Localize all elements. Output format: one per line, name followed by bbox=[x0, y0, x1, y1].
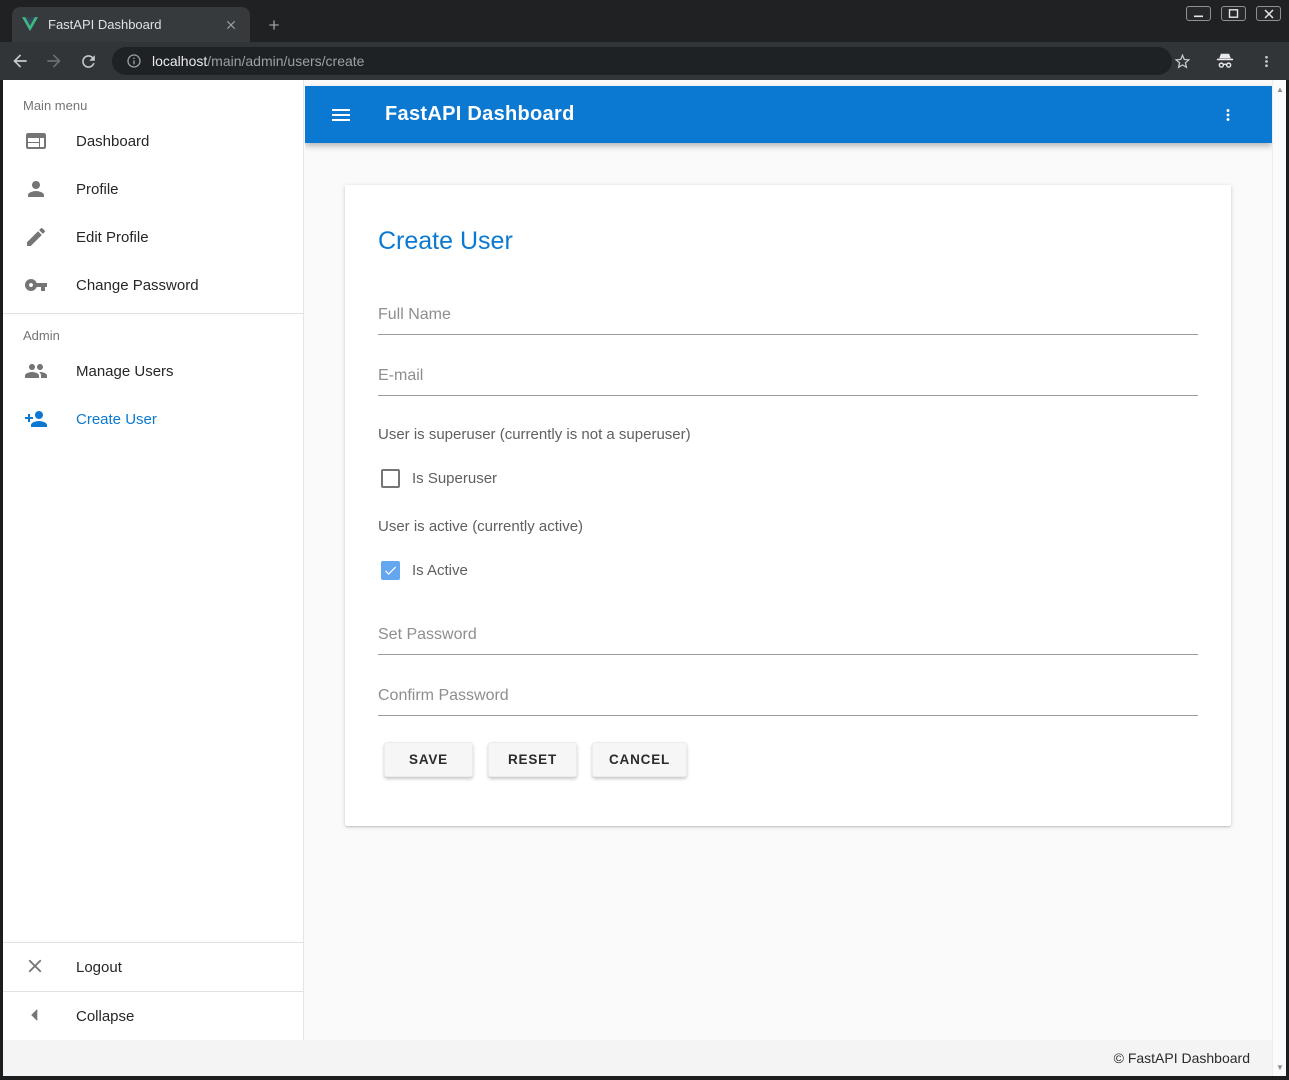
sidebar-section-admin: Admin bbox=[3, 318, 303, 347]
sidebar: Main menu Dashboard Profile Edit Profile bbox=[3, 80, 304, 1040]
sidebar-bottom: Logout Collapse bbox=[3, 942, 303, 1040]
page-title: Create User bbox=[378, 227, 1198, 256]
superuser-checkbox[interactable] bbox=[381, 469, 400, 488]
minimize-button[interactable] bbox=[1186, 6, 1211, 21]
sidebar-item-edit-profile[interactable]: Edit Profile bbox=[3, 213, 303, 261]
key-icon bbox=[24, 273, 48, 297]
scrollbar-up-icon[interactable]: ▲ bbox=[1273, 82, 1287, 96]
form-buttons: SAVE RESET CANCEL bbox=[384, 742, 1198, 777]
pencil-icon bbox=[24, 225, 48, 249]
people-icon bbox=[24, 359, 48, 383]
sidebar-divider bbox=[3, 313, 303, 314]
tab-title: FastAPI Dashboard bbox=[48, 17, 222, 32]
page-viewport: Main menu Dashboard Profile Edit Profile bbox=[3, 80, 1286, 1076]
bookmark-star-icon[interactable] bbox=[1173, 52, 1192, 71]
footer-copyright: © FastAPI Dashboard bbox=[1114, 1050, 1250, 1066]
person-add-icon bbox=[24, 407, 48, 431]
person-icon bbox=[24, 177, 48, 201]
appbar-kebab-icon[interactable] bbox=[1210, 97, 1246, 133]
tab-close-icon[interactable] bbox=[222, 16, 240, 34]
set-password-input[interactable] bbox=[378, 620, 1198, 655]
sidebar-item-logout[interactable]: Logout bbox=[3, 943, 303, 991]
url-bar[interactable]: localhost/main/admin/users/create bbox=[112, 47, 1172, 75]
email-input[interactable] bbox=[378, 361, 1198, 396]
forward-icon[interactable] bbox=[40, 47, 68, 75]
close-window-button[interactable] bbox=[1256, 6, 1281, 21]
window-controls bbox=[1186, 6, 1281, 21]
new-tab-button[interactable] bbox=[262, 13, 286, 37]
url-text: localhost/main/admin/users/create bbox=[152, 53, 364, 69]
app-bar: FastAPI Dashboard bbox=[305, 86, 1272, 143]
sidebar-item-change-password[interactable]: Change Password bbox=[3, 261, 303, 309]
app-title: FastAPI Dashboard bbox=[385, 103, 575, 126]
sidebar-item-create-user[interactable]: Create User bbox=[3, 395, 303, 443]
create-user-card: Create User User is superuser (currently… bbox=[345, 185, 1231, 826]
page-scrollbar[interactable]: ▲ ▼ bbox=[1272, 80, 1286, 1076]
sidebar-item-dashboard[interactable]: Dashboard bbox=[3, 117, 303, 165]
full-name-input[interactable] bbox=[378, 300, 1198, 335]
active-checkbox-row[interactable]: Is Active bbox=[381, 561, 1198, 580]
scrollbar-down-icon[interactable]: ▼ bbox=[1273, 1060, 1287, 1074]
page-footer: © FastAPI Dashboard bbox=[3, 1040, 1272, 1076]
reset-button[interactable]: RESET bbox=[488, 742, 577, 777]
chevron-left-icon bbox=[24, 1004, 48, 1028]
active-checkbox[interactable] bbox=[381, 561, 400, 580]
close-icon bbox=[24, 955, 48, 979]
tab-strip: FastAPI Dashboard bbox=[0, 0, 1289, 42]
active-hint: User is active (currently active) bbox=[378, 518, 1198, 535]
active-checkbox-label: Is Active bbox=[412, 562, 468, 579]
confirm-password-input[interactable] bbox=[378, 681, 1198, 716]
save-button[interactable]: SAVE bbox=[384, 742, 473, 777]
set-password-field-wrap bbox=[378, 620, 1198, 655]
sidebar-item-profile[interactable]: Profile bbox=[3, 165, 303, 213]
browser-window: FastAPI Dashboard bbox=[0, 0, 1289, 1080]
vue-logo-icon bbox=[22, 17, 38, 32]
superuser-hint: User is superuser (currently is not a su… bbox=[378, 426, 1198, 443]
superuser-checkbox-label: Is Superuser bbox=[412, 470, 497, 487]
page-info-icon[interactable] bbox=[126, 53, 142, 69]
toolbar-right-icons bbox=[1173, 47, 1275, 75]
full-name-field-wrap bbox=[378, 300, 1198, 335]
incognito-icon bbox=[1214, 51, 1236, 71]
dashboard-icon bbox=[24, 129, 48, 153]
reload-icon[interactable] bbox=[74, 47, 102, 75]
browser-tab[interactable]: FastAPI Dashboard bbox=[12, 7, 250, 42]
superuser-checkbox-row[interactable]: Is Superuser bbox=[381, 469, 1198, 488]
confirm-password-field-wrap bbox=[378, 681, 1198, 716]
browser-menu-kebab-icon[interactable] bbox=[1258, 53, 1275, 70]
hamburger-menu-icon[interactable] bbox=[323, 97, 359, 133]
sidebar-section-main-menu: Main menu bbox=[3, 80, 303, 117]
email-field-wrap bbox=[378, 361, 1198, 396]
main-content: FastAPI Dashboard Create User User is su… bbox=[305, 80, 1272, 1040]
sidebar-item-collapse[interactable]: Collapse bbox=[3, 992, 303, 1040]
cancel-button[interactable]: CANCEL bbox=[592, 742, 687, 777]
back-icon[interactable] bbox=[6, 47, 34, 75]
sidebar-item-manage-users[interactable]: Manage Users bbox=[3, 347, 303, 395]
maximize-button[interactable] bbox=[1221, 6, 1246, 21]
